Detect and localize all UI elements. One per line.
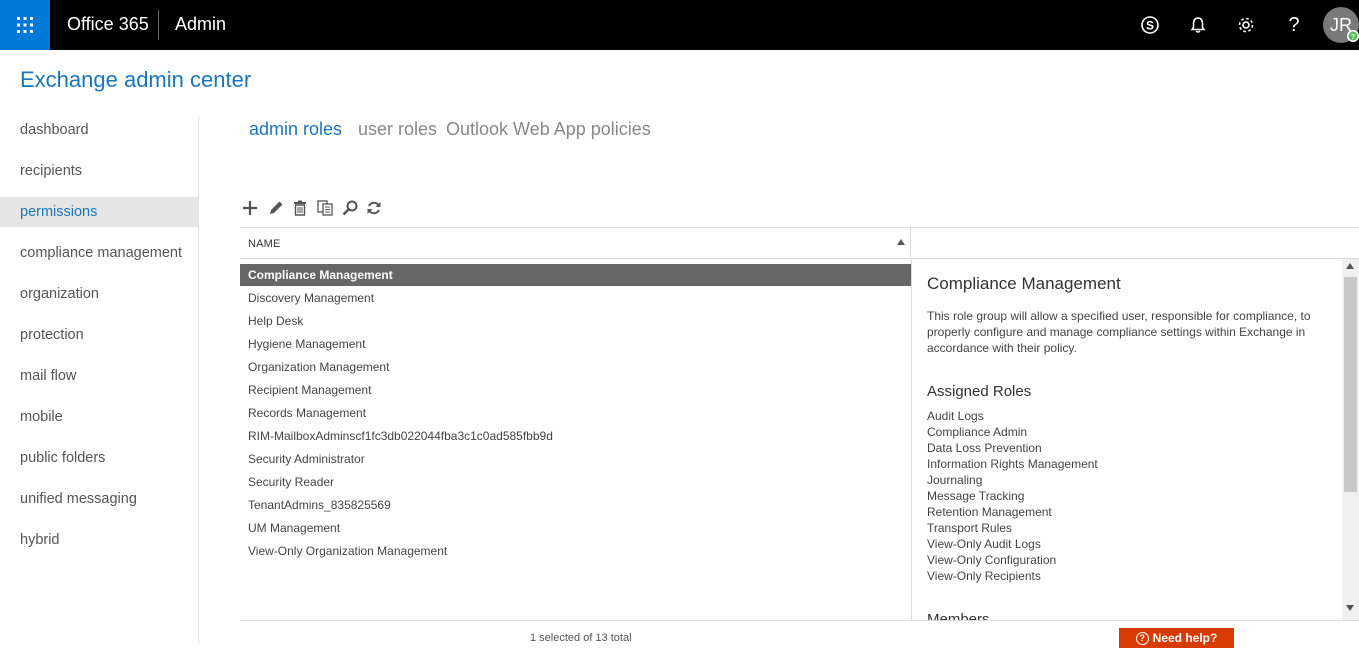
app-launcher-icon [17,17,33,33]
settings-button[interactable] [1234,13,1258,37]
list-item: Retention Management [927,505,1052,519]
bell-icon [1190,17,1206,33]
list-item: Information Rights Management [927,457,1098,471]
detail-pane: Compliance Management This role group wi… [912,259,1342,620]
table-row[interactable]: RIM-MailboxAdminscf1fc3db022044fba3c1c0a… [240,425,911,447]
title-divider [158,10,159,40]
table-row[interactable]: Organization Management [240,356,911,378]
delete-button[interactable] [290,198,310,218]
gear-icon [1238,17,1254,33]
svg-text:?: ? [1288,15,1299,35]
tab-outlook-web-app-policies[interactable]: Outlook Web App policies [446,119,651,140]
scrollbar-thumb[interactable] [1344,277,1357,492]
members-heading: Members [927,611,990,620]
tab-user-roles[interactable]: user roles [358,119,437,140]
table-row[interactable]: Records Management [240,402,911,424]
assigned-roles-list: Audit Logs Compliance Admin Data Loss Pr… [927,408,1098,584]
list-item: Journaling [927,473,983,487]
table-header: NAME [240,227,1359,259]
table-row[interactable]: Security Administrator [240,448,911,470]
table-row[interactable]: TenantAdmins_835825569 [240,494,911,516]
sidebar-item-recipients[interactable]: recipients [0,156,198,186]
table-row[interactable]: Security Reader [240,471,911,493]
tab-admin-roles[interactable]: admin roles [249,119,342,140]
search-button[interactable] [340,198,360,218]
assigned-roles-heading: Assigned Roles [927,383,1032,400]
column-separator [910,228,911,259]
list-item: Message Tracking [927,489,1025,503]
question-icon: ? [1135,631,1149,645]
list-item: Compliance Admin [927,425,1028,439]
table-row[interactable]: UM Management [240,517,911,539]
list-item: View-Only Configuration [927,553,1057,567]
refresh-button[interactable] [364,198,384,218]
footer-divider [240,620,1359,621]
svg-text:?: ? [1351,34,1355,41]
detail-description: This role group will allow a specified u… [927,309,1311,355]
copy-icon [317,200,333,216]
sidebar-item-hybrid[interactable]: hybrid [0,525,198,555]
table-row[interactable]: Discovery Management [240,287,911,309]
sidebar-item-organization[interactable]: organization [0,279,198,309]
table-row[interactable]: View-Only Organization Management [240,540,911,562]
sort-ascending-icon[interactable] [897,239,905,245]
sidebar: dashboard recipients permissions complia… [0,115,199,645]
add-button[interactable] [240,198,260,218]
need-help-button[interactable]: ? Need help? [1119,628,1234,648]
copy-button[interactable] [315,198,335,218]
admin-link[interactable]: Admin [175,14,226,35]
skype-icon: S [1141,16,1159,34]
table-row[interactable]: Compliance Management [240,264,911,286]
list-item: View-Only Audit Logs [927,537,1041,551]
sidebar-item-protection[interactable]: protection [0,320,198,350]
delete-icon [294,200,306,216]
list-item: Data Loss Prevention [927,441,1042,455]
sidebar-item-permissions[interactable]: permissions [0,197,198,227]
presence-status-icon: ? [1347,30,1359,42]
edit-button[interactable] [266,198,286,218]
sidebar-item-dashboard[interactable]: dashboard [0,115,198,145]
sidebar-item-compliance-management[interactable]: compliance management [0,238,198,268]
detail-title: Compliance Management [927,274,1121,293]
detail-scrollbar[interactable] [1342,259,1359,620]
help-icon: ? [1288,15,1299,35]
scroll-up-icon[interactable] [1346,263,1354,269]
sidebar-item-public-folders[interactable]: public folders [0,443,198,473]
office-365-link[interactable]: Office 365 [67,14,149,35]
scroll-down-icon[interactable] [1346,605,1354,611]
page-title: Exchange admin center [20,67,252,92]
edit-icon [270,201,283,214]
notifications-button[interactable] [1186,13,1210,37]
sidebar-item-mobile[interactable]: mobile [0,402,198,432]
list-item: Audit Logs [927,409,984,423]
selection-status: 1 selected of 13 total [530,632,632,644]
app-launcher-button[interactable] [0,0,50,50]
skype-button[interactable]: S [1138,13,1162,37]
list-item: View-Only Recipients [927,569,1041,583]
table-row[interactable]: Help Desk [240,310,911,332]
search-icon [342,200,358,216]
sidebar-item-mail-flow[interactable]: mail flow [0,361,198,391]
table-row[interactable]: Recipient Management [240,379,911,401]
sidebar-item-unified-messaging[interactable]: unified messaging [0,484,198,514]
refresh-icon [367,201,381,215]
add-icon [243,201,257,215]
list-item: Transport Rules [927,521,1012,535]
top-bar: Office 365 Admin S ? JR ? [0,0,1359,50]
need-help-label: Need help? [1152,631,1218,645]
column-header-name[interactable]: NAME [248,238,281,250]
svg-text:S: S [1146,19,1154,33]
help-button[interactable]: ? [1282,13,1306,37]
table-row[interactable]: Hygiene Management [240,333,911,355]
